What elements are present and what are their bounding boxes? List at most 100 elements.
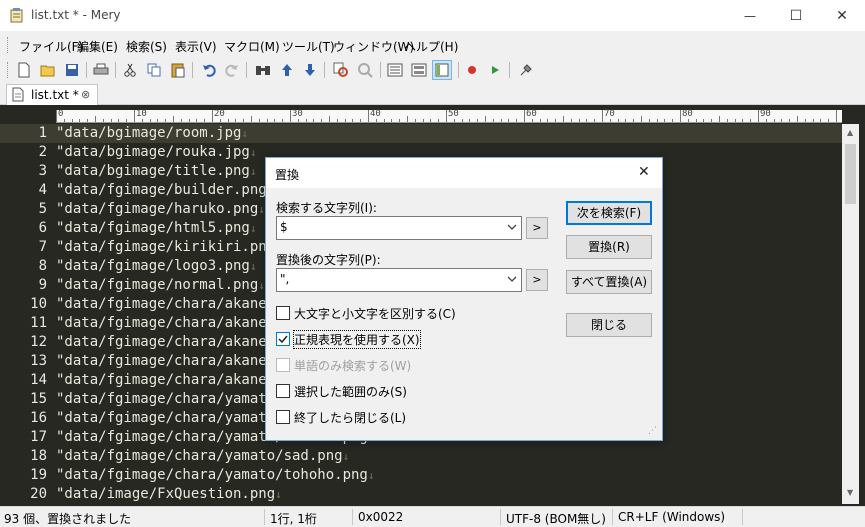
- line-text: "data/fgimage/chara/yamato/tohoho.png↓: [56, 466, 375, 485]
- vertical-scrollbar[interactable]: ▲ ▼: [842, 124, 859, 504]
- ruler-tick: [688, 119, 689, 122]
- run-macro-icon[interactable]: [485, 60, 505, 80]
- option-label[interactable]: 正規表現を使用する(X): [293, 330, 421, 349]
- find-prev-icon[interactable]: [277, 60, 297, 80]
- scroll-down-icon[interactable]: ▼: [847, 488, 853, 497]
- document-icon: [12, 87, 24, 102]
- line-number: 13: [30, 353, 47, 369]
- ruler-tick: [664, 119, 665, 122]
- status-line-ending[interactable]: CR+LF (Windows): [618, 510, 725, 524]
- scroll-thumb[interactable]: [845, 144, 856, 204]
- scroll-up-icon[interactable]: ▲: [847, 128, 853, 137]
- cut-icon[interactable]: [120, 60, 140, 80]
- toolbar-separator: [246, 62, 247, 78]
- redo-icon[interactable]: [222, 60, 242, 80]
- menu-edit[interactable]: 編集(E): [77, 38, 118, 55]
- resize-grip[interactable]: ⋰: [648, 426, 657, 436]
- ruler-tick: [415, 119, 416, 122]
- menu-search[interactable]: 検索(S): [126, 38, 167, 55]
- menu-view[interactable]: 表示(V): [175, 38, 217, 55]
- line-content: "data/fgimage/chara/akane/c: [56, 315, 284, 331]
- chevron-down-icon[interactable]: [506, 221, 518, 233]
- close-button[interactable]: ✕: [819, 0, 865, 31]
- ruler-tick: [680, 110, 681, 122]
- option-checkbox[interactable]: [276, 306, 290, 320]
- tab-view-icon[interactable]: [432, 60, 452, 80]
- paste-icon[interactable]: [168, 60, 188, 80]
- option-checkbox: [276, 358, 290, 372]
- ruler-tick: [196, 119, 197, 122]
- option-checkbox[interactable]: [276, 384, 290, 398]
- tab-close-icon[interactable]: ⊗: [81, 88, 90, 101]
- ruler-label: 10: [136, 109, 147, 119]
- menu-file[interactable]: ファイル(F): [19, 38, 83, 55]
- minimize-button[interactable]: —: [727, 0, 773, 31]
- menu-window[interactable]: ウィンドウ(W): [333, 38, 414, 55]
- find-combo[interactable]: $: [276, 216, 522, 240]
- copy-icon[interactable]: [144, 60, 164, 80]
- ruler-tick: [111, 119, 112, 122]
- line-content: "data/fgimage/html5.png: [56, 220, 250, 236]
- line-content: "data/fgimage/logo3.png: [56, 258, 250, 274]
- find-next-button[interactable]: 次を検索(F): [566, 201, 652, 225]
- replace-icon[interactable]: [331, 60, 351, 80]
- ruler-tick: [306, 119, 307, 122]
- option-checkbox[interactable]: [276, 410, 290, 424]
- undo-icon[interactable]: [199, 60, 219, 80]
- line-text: "data/fgimage/normal.png↓: [56, 276, 265, 295]
- ruler-tick: [298, 119, 299, 122]
- plugin-icon[interactable]: [516, 60, 536, 80]
- save-icon[interactable]: [62, 60, 82, 80]
- maximize-button[interactable]: ☐: [773, 0, 819, 31]
- ruler-tick: [384, 119, 385, 122]
- ruler-tick: [672, 119, 673, 122]
- print-icon[interactable]: [91, 60, 111, 80]
- find-regex-menu-button[interactable]: >: [526, 217, 548, 239]
- dialog-close-icon[interactable]: ✕: [638, 164, 650, 180]
- ruler-tick: [696, 119, 697, 122]
- tab-bar: [0, 82, 865, 105]
- editor-line[interactable]: 18 "data/fgimage/chara/yamato/sad.png↓: [0, 447, 842, 466]
- wrap-icon[interactable]: [409, 60, 429, 80]
- line-content: "data/fgimage/normal.png: [56, 277, 259, 293]
- line-text: "data/fgimage/kirikiri.png↓: [56, 238, 282, 257]
- outline-icon[interactable]: [385, 60, 405, 80]
- new-file-icon[interactable]: [14, 60, 34, 80]
- option-label[interactable]: 終了したら閉じる(L): [294, 409, 406, 426]
- editor-line[interactable]: 20 "data/image/FxQuestion.png↓: [0, 485, 842, 504]
- eol-marker: ↓: [367, 469, 375, 482]
- replace-combo[interactable]: ",: [276, 268, 522, 292]
- menu-macro[interactable]: マクロ(M): [224, 38, 280, 55]
- dialog-close-button[interactable]: 閉じる: [566, 313, 652, 337]
- ruler-tick: [126, 119, 127, 122]
- find-next-icon[interactable]: [300, 60, 320, 80]
- ruler-tick: [56, 110, 57, 122]
- option-checkbox[interactable]: [276, 332, 290, 346]
- clear-highlight-icon[interactable]: [355, 60, 375, 80]
- open-folder-icon[interactable]: [38, 60, 58, 80]
- ruler-tick: [290, 110, 291, 122]
- editor-line[interactable]: 1 "data/bgimage/room.jpg↓: [0, 124, 842, 143]
- menu-tools[interactable]: ツール(T): [282, 38, 335, 55]
- find-icon[interactable]: [253, 60, 273, 80]
- ruler-tick: [243, 119, 244, 122]
- replace-button[interactable]: 置換(R): [566, 235, 652, 259]
- option-label[interactable]: 選択した範囲のみ(S): [294, 383, 407, 400]
- toolbar-separator: [192, 62, 193, 78]
- dialog-title-bar: 置換 ✕: [266, 158, 662, 188]
- line-content: "data/fgimage/haruko.png: [56, 201, 259, 217]
- line-number: 16: [30, 410, 47, 426]
- menu-grip: [7, 37, 11, 53]
- ruler-tick: [150, 119, 151, 122]
- editor-line[interactable]: 19 "data/fgimage/chara/yamato/tohoho.png↓: [0, 466, 842, 485]
- ruler-label: 60: [526, 109, 537, 119]
- chevron-down-icon[interactable]: [506, 273, 518, 285]
- record-macro-icon[interactable]: [462, 60, 482, 80]
- replace-regex-menu-button[interactable]: >: [526, 269, 548, 291]
- option-label[interactable]: 大文字と小文字を区別する(C): [294, 305, 456, 322]
- line-text: "data/image/FxQuestion.png↓: [56, 485, 282, 504]
- replace-all-button[interactable]: すべて置換(A): [566, 270, 652, 294]
- status-encoding[interactable]: UTF-8 (BOM無し): [506, 510, 606, 527]
- tab-list-txt[interactable]: list.txt * ⊗: [6, 84, 98, 105]
- menu-help[interactable]: ヘルプ(H): [404, 38, 458, 55]
